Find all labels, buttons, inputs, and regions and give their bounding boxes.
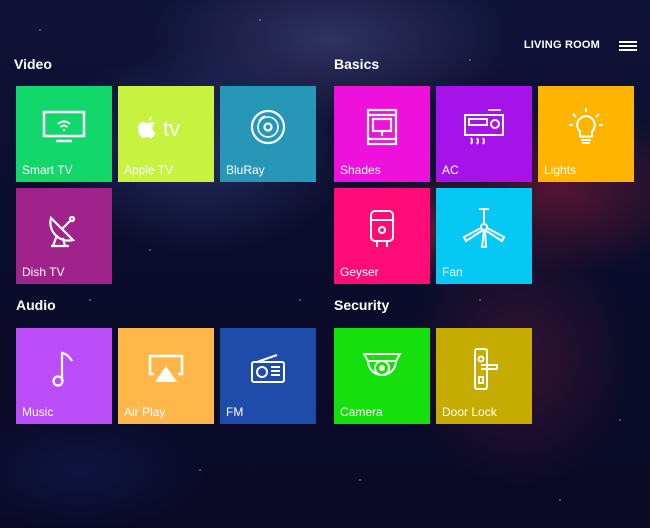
tile-bluray[interactable]: BluRay	[220, 86, 316, 182]
hamburger-menu-icon[interactable]	[619, 39, 637, 52]
tile-label: Shades	[340, 163, 381, 177]
music-note-icon	[16, 346, 112, 392]
window-shades-icon	[334, 104, 430, 150]
tile-fm[interactable]: FM	[220, 328, 316, 424]
section-title-basics: Basics	[334, 56, 380, 72]
apple-tv-icon: tv	[118, 104, 214, 150]
tile-label: Smart TV	[22, 163, 73, 177]
security-camera-icon	[334, 346, 430, 392]
tile-ac[interactable]: AC	[436, 86, 532, 182]
tile-label: BluRay	[226, 163, 265, 177]
tile-apple-tv[interactable]: tv Apple TV	[118, 86, 214, 182]
section-title-security: Security	[334, 297, 390, 313]
room-title: LIVING ROOM	[523, 39, 600, 51]
tile-shades[interactable]: Shades	[334, 86, 430, 182]
tile-fan[interactable]: Fan	[436, 188, 532, 284]
ceiling-fan-icon	[436, 206, 532, 252]
door-lock-icon	[436, 346, 532, 392]
tile-label: Air Play	[124, 405, 166, 419]
tile-camera[interactable]: Camera	[334, 328, 430, 424]
tile-label: Door Lock	[442, 405, 497, 419]
tile-label: Fan	[442, 265, 463, 279]
tile-dish-tv[interactable]: Dish TV	[16, 188, 112, 284]
tile-music[interactable]: Music	[16, 328, 112, 424]
tile-geyser[interactable]: Geyser	[334, 188, 430, 284]
tile-label: FM	[226, 405, 244, 419]
section-title-audio: Audio	[16, 297, 56, 313]
air-conditioner-icon	[436, 104, 532, 150]
smart-tv-icon	[16, 104, 112, 150]
section-title-video: Video	[14, 56, 52, 72]
airplay-icon	[118, 346, 214, 392]
tile-label: Music	[22, 405, 54, 419]
tile-label: Apple TV	[124, 163, 174, 177]
tile-lights[interactable]: Lights	[538, 86, 634, 182]
bluray-disc-icon	[220, 104, 316, 150]
tile-label: Camera	[340, 405, 383, 419]
tile-air-play[interactable]: Air Play	[118, 328, 214, 424]
tile-label: Dish TV	[22, 265, 65, 279]
tile-door-lock[interactable]: Door Lock	[436, 328, 532, 424]
water-heater-icon	[334, 206, 430, 252]
tile-label: Geyser	[340, 265, 379, 279]
radio-icon	[220, 346, 316, 392]
tile-smart-tv[interactable]: Smart TV	[16, 86, 112, 182]
tile-label: Lights	[544, 163, 577, 177]
light-bulb-icon	[538, 104, 634, 150]
tile-label: AC	[442, 163, 459, 177]
svg-text:tv: tv	[163, 116, 180, 141]
satellite-dish-icon	[16, 206, 112, 252]
